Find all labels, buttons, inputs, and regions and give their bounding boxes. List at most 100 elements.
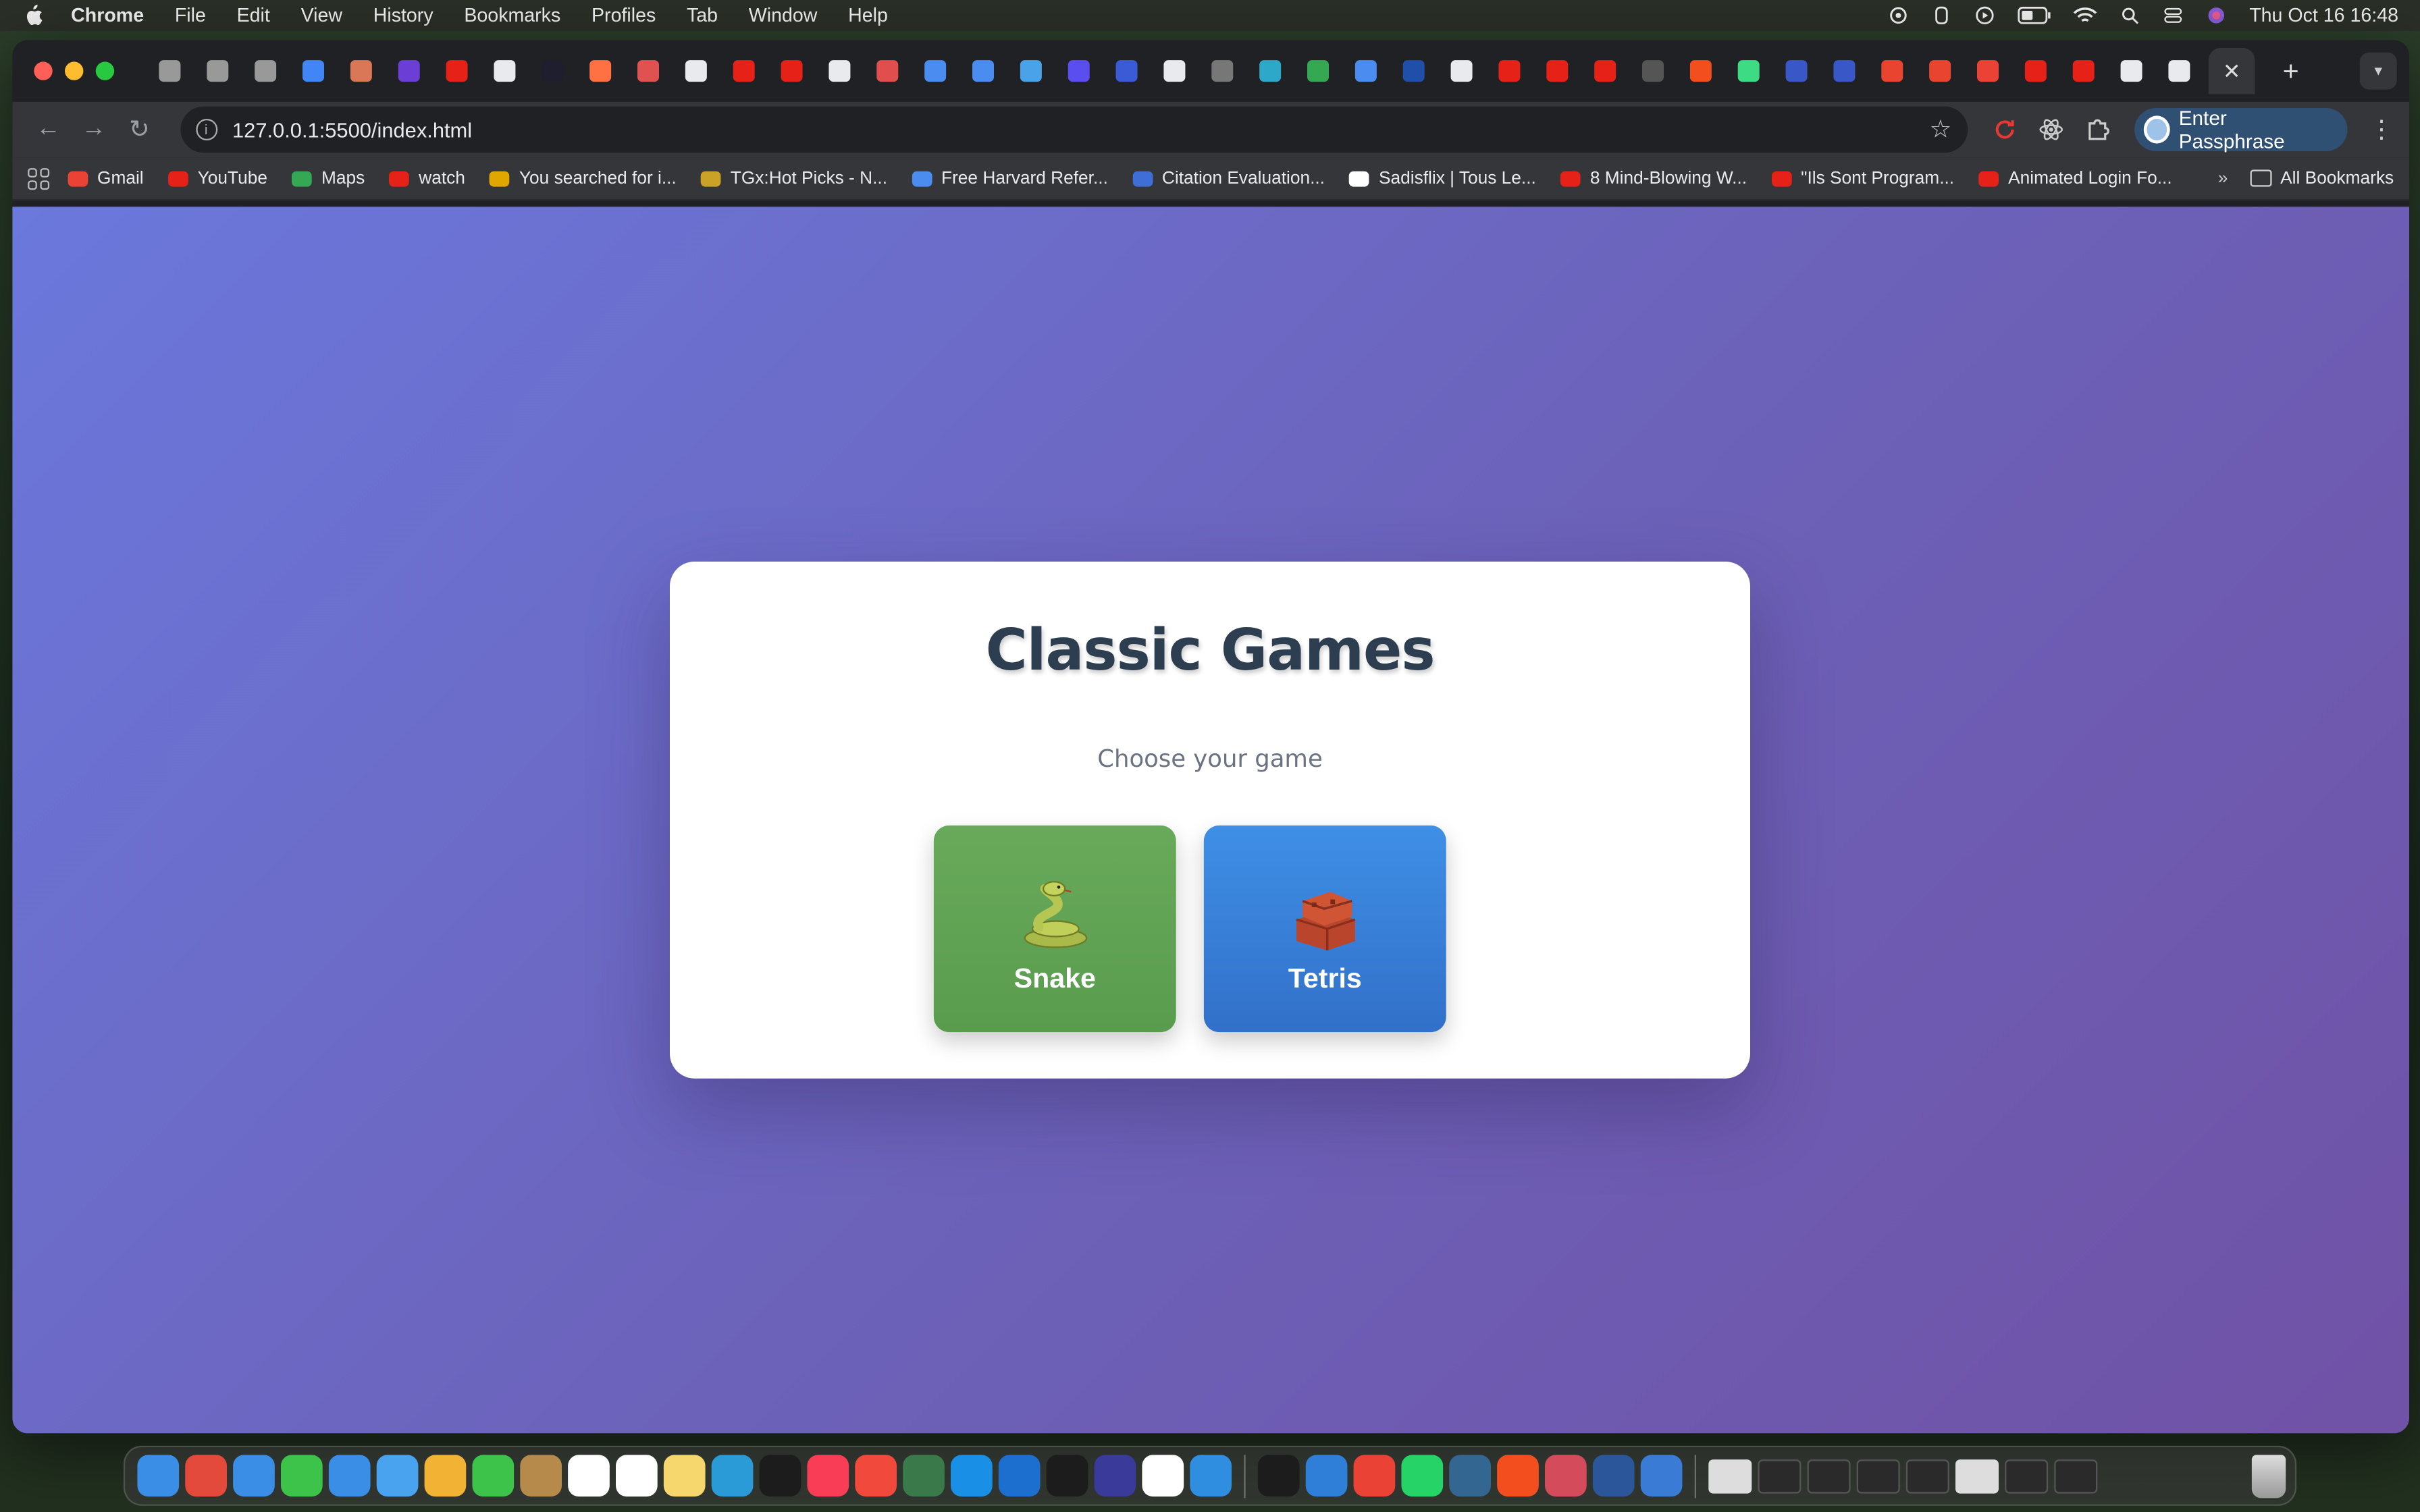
tab-favicon-icon[interactable] [2072, 60, 2094, 82]
zoom-window-button[interactable] [95, 61, 115, 80]
dock-minimized-window[interactable] [1905, 1459, 1949, 1493]
tab-favicon-icon[interactable] [1498, 60, 1520, 82]
dock-minimized-window[interactable] [1708, 1459, 1752, 1493]
dock-app-icon[interactable] [137, 1455, 180, 1497]
menu-tab[interactable]: Tab [687, 5, 718, 26]
apple-logo-icon[interactable] [22, 4, 43, 26]
dock-app-icon[interactable] [1142, 1455, 1184, 1497]
dock-app-icon[interactable] [807, 1455, 849, 1497]
menu-history[interactable]: History [373, 5, 433, 26]
menu-edit[interactable]: Edit [237, 5, 270, 26]
tab-favicon-icon[interactable] [1689, 60, 1711, 82]
dock-app-icon[interactable] [1305, 1455, 1348, 1497]
tab-favicon-icon[interactable] [158, 60, 180, 82]
menu-profiles[interactable]: Profiles [591, 5, 656, 26]
dock-app-icon[interactable] [903, 1455, 945, 1497]
dock-minimized-window[interactable] [2054, 1459, 2098, 1493]
tab-favicon-icon[interactable] [1594, 60, 1615, 82]
close-window-button[interactable] [34, 61, 53, 80]
dock-app-icon[interactable] [233, 1455, 275, 1497]
dock-app-icon[interactable] [1046, 1455, 1088, 1497]
dock-minimized-window[interactable] [1955, 1459, 1999, 1493]
tab-favicon-icon[interactable] [445, 60, 467, 82]
menu-help[interactable]: Help [848, 5, 888, 26]
bookmark-item[interactable]: Sadisflix | Tous Le... [1349, 169, 1536, 188]
tab-favicon-icon[interactable] [1067, 60, 1089, 82]
new-tab-button[interactable]: + [2283, 55, 2299, 87]
bookmark-item[interactable]: Animated Login Fo... [1978, 169, 2172, 188]
tab-favicon-icon[interactable] [1450, 60, 1472, 82]
tab-favicon-icon[interactable] [1163, 60, 1185, 82]
trash-icon[interactable] [2251, 1454, 2286, 1498]
tab-favicon-icon[interactable] [924, 60, 946, 82]
figma-status-icon[interactable] [1931, 6, 1953, 24]
menu-view[interactable]: View [301, 5, 342, 26]
bookmark-item[interactable]: Citation Evaluation... [1132, 169, 1325, 188]
dock-app-icon[interactable] [951, 1455, 993, 1497]
url-text[interactable]: 127.0.0.1:5500/index.html [232, 118, 472, 141]
dock-app-icon[interactable] [616, 1455, 658, 1497]
menu-window[interactable]: Window [749, 5, 818, 26]
tab-favicon-icon[interactable] [541, 60, 563, 82]
bookmark-item[interactable]: TGx:Hot Picks - N... [701, 169, 887, 188]
tab-favicon-icon[interactable] [1928, 60, 1951, 82]
tab-favicon-icon[interactable] [1641, 60, 1663, 82]
dock-app-icon[interactable] [1257, 1455, 1300, 1497]
tab-favicon-icon[interactable] [636, 60, 658, 82]
minimize-window-button[interactable] [65, 61, 84, 80]
tab-favicon-icon[interactable] [1306, 60, 1328, 82]
tab-favicon-icon[interactable] [1546, 60, 1568, 82]
dock-app-icon[interactable] [1640, 1455, 1683, 1497]
tab-favicon-icon[interactable] [684, 60, 706, 82]
tab-favicon-icon[interactable] [1976, 60, 1998, 82]
tab-favicon-icon[interactable] [2120, 60, 2142, 82]
dock-app-icon[interactable] [1545, 1455, 1587, 1497]
snake-game-button[interactable]: Snake [933, 825, 1176, 1033]
dock-minimized-window[interactable] [1758, 1459, 1801, 1493]
dock-app-icon[interactable] [1497, 1455, 1539, 1497]
siri-icon[interactable] [2206, 6, 2228, 24]
play-status-icon[interactable] [1974, 6, 1996, 24]
all-bookmarks-folder[interactable]: All Bookmarks [2249, 169, 2394, 188]
tab-favicon-icon[interactable] [1833, 60, 1855, 82]
dock-app-icon[interactable] [1592, 1455, 1635, 1497]
menu-file[interactable]: File [175, 5, 206, 26]
back-button[interactable]: ← [28, 108, 69, 151]
tab-favicon-icon[interactable] [732, 60, 754, 82]
dock-app-icon[interactable] [1094, 1455, 1136, 1497]
profile-passphrase-button[interactable]: Enter Passphrase [2134, 107, 2348, 153]
tab-favicon-icon[interactable] [971, 60, 993, 82]
tab-favicon-icon[interactable] [1354, 60, 1376, 82]
tab-favicon-icon[interactable] [254, 60, 276, 82]
dock-app-icon[interactable] [1449, 1455, 1491, 1497]
menu-app-name[interactable]: Chrome [71, 5, 144, 26]
dock-app-icon[interactable] [855, 1455, 897, 1497]
openai-status-icon[interactable] [1888, 6, 1910, 24]
dock-app-icon[interactable] [281, 1455, 323, 1497]
bookmark-star-icon[interactable]: ☆ [1930, 114, 1952, 145]
tab-favicon-icon[interactable] [1259, 60, 1281, 82]
bookmark-item[interactable]: watch [389, 169, 465, 188]
dock-app-icon[interactable] [1353, 1455, 1396, 1497]
tab-favicon-icon[interactable] [397, 60, 419, 82]
bookmark-item[interactable]: You searched for i... [490, 169, 677, 188]
battery-icon[interactable] [2018, 6, 2051, 24]
dock-app-icon[interactable] [568, 1455, 610, 1497]
tab-favicon-icon[interactable] [493, 60, 515, 82]
tab-favicon-icon[interactable] [1115, 60, 1137, 82]
dock-app-icon[interactable] [472, 1455, 515, 1497]
tab-favicon-icon[interactable] [2024, 60, 2046, 82]
tab-favicon-icon[interactable] [301, 60, 323, 82]
bookmark-item[interactable]: YouTube [168, 169, 267, 188]
chrome-menu-icon[interactable]: ⋮ [2369, 114, 2394, 145]
tab-favicon-icon[interactable] [1737, 60, 1759, 82]
bookmark-item[interactable]: Gmail [68, 169, 144, 188]
more-bookmarks-icon[interactable]: » [2218, 169, 2228, 187]
bookmark-item[interactable]: "Ils Sont Program... [1771, 169, 1954, 188]
reload-button[interactable]: ↻ [119, 108, 160, 151]
tab-favicon-icon[interactable] [828, 60, 850, 82]
tab-favicon-icon[interactable] [2167, 60, 2190, 82]
tab-favicon-icon[interactable] [1402, 60, 1424, 82]
menu-bar-clock[interactable]: Thu Oct 16 16:48 [2249, 5, 2398, 26]
tab-favicon-icon[interactable] [589, 60, 611, 82]
